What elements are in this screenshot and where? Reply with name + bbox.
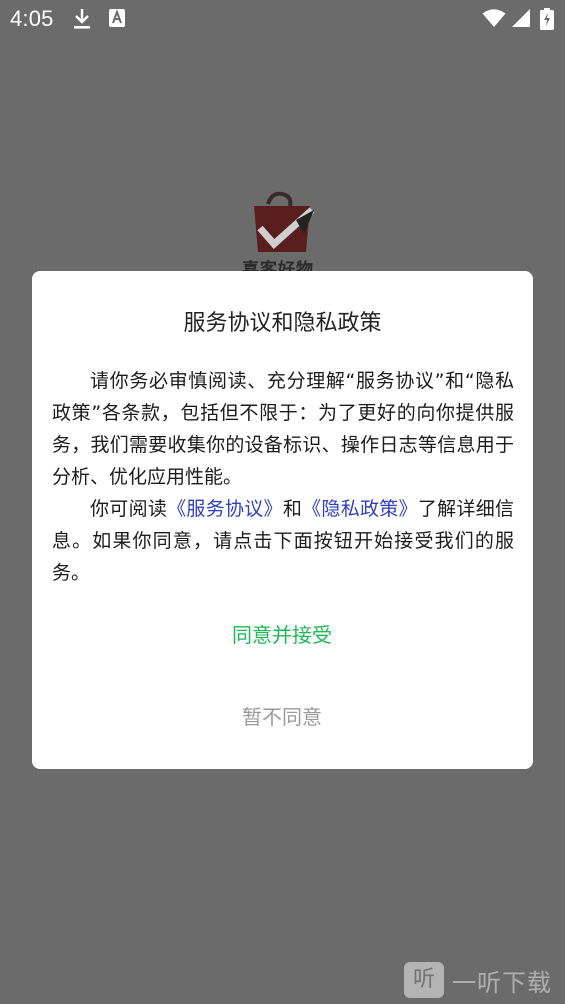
privacy-policy-link[interactable]: 《隐私政策》 bbox=[302, 498, 418, 520]
agree-button[interactable]: 同意并接受 bbox=[182, 615, 382, 655]
status-bar: 4:05 bbox=[0, 0, 565, 40]
dialog-paragraph-intro: 请你务必审慎阅读、充分理解“服务协议”和“隐私政策”各条款，包括但不限于：为了更… bbox=[52, 370, 514, 488]
wifi-icon bbox=[482, 8, 506, 32]
status-time: 4:05 bbox=[10, 6, 54, 31]
a-letter-icon bbox=[108, 8, 126, 32]
watermark: 听 一听下载 bbox=[404, 962, 552, 998]
dialog-paragraph-links: 你可阅读《服务协议》和《隐私政策》了解详细信息。如果你同意，请点击下面按钮开始接… bbox=[52, 493, 514, 589]
battery-charging-icon bbox=[540, 8, 554, 34]
service-agreement-link[interactable]: 《服务协议》 bbox=[167, 498, 283, 520]
links-prefix: 你可阅读 bbox=[90, 498, 168, 520]
signal-icon bbox=[511, 8, 531, 32]
disagree-button[interactable]: 暂不同意 bbox=[182, 697, 382, 737]
watermark-logo-icon: 听 bbox=[404, 962, 444, 998]
dialog-title: 服务协议和隐私政策 bbox=[183, 311, 382, 336]
download-icon bbox=[72, 8, 92, 34]
links-and: 和 bbox=[282, 498, 303, 520]
privacy-dialog: 服务协议和隐私政策 请你务必审慎阅读、充分理解“服务协议”和“隐私政策”各条款，… bbox=[32, 271, 533, 769]
dialog-body: 请你务必审慎阅读、充分理解“服务协议”和“隐私政策”各条款，包括但不限于：为了更… bbox=[52, 365, 514, 589]
watermark-text: 一听下载 bbox=[452, 968, 552, 997]
